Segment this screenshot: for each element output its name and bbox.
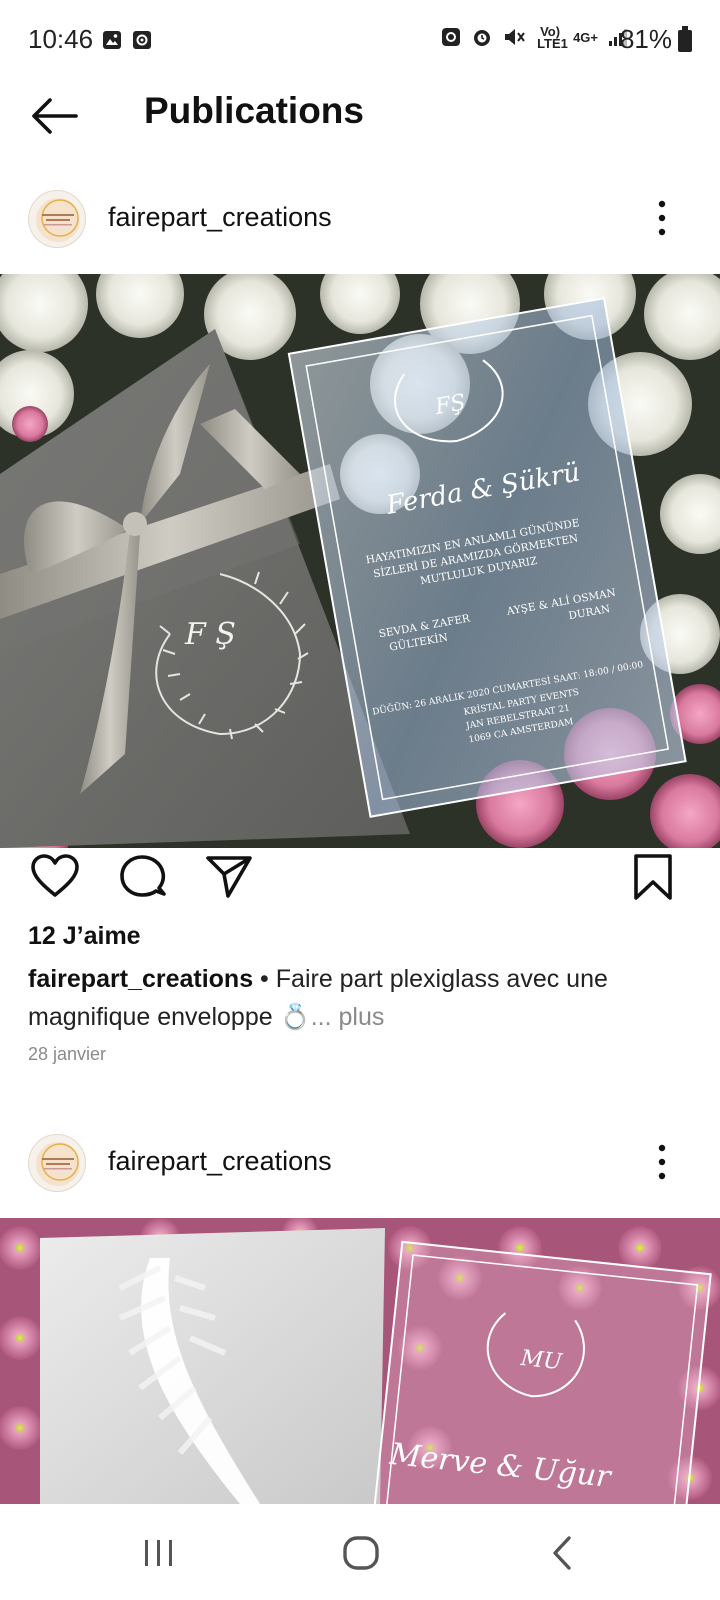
wedding-invitation-photo: F Ş FŞ Ferda & Şükrü HAYATIMIZIN EN ANLA… xyxy=(0,274,720,848)
share-button[interactable] xyxy=(204,852,254,902)
avatar[interactable] xyxy=(28,190,86,248)
wedding-invitation-photo-2: MU Merve & Uğur xyxy=(0,1218,720,1504)
status-time: 10:46 xyxy=(28,24,94,54)
envelope-monogram: F Ş xyxy=(184,617,236,652)
page-title: Publications xyxy=(144,90,364,131)
post-date: 28 janvier xyxy=(28,1044,107,1064)
caption-username[interactable]: fairepart_creations xyxy=(28,965,253,993)
recents-icon xyxy=(145,1540,172,1566)
caption-separator: • xyxy=(253,965,276,993)
svg-text:MU: MU xyxy=(519,1346,565,1375)
post-username[interactable]: fairepart_creations xyxy=(108,202,332,233)
battery-percent: 81% xyxy=(619,24,672,54)
heart-icon xyxy=(31,854,79,897)
battery-icon xyxy=(678,26,692,52)
home-button[interactable] xyxy=(336,1528,386,1578)
nav-back-button[interactable] xyxy=(538,1528,588,1578)
save-button[interactable] xyxy=(628,852,678,902)
avatar[interactable] xyxy=(28,1134,86,1192)
comment-icon xyxy=(120,855,166,897)
gallery-icon xyxy=(102,30,122,50)
recents-button[interactable] xyxy=(134,1528,184,1578)
alarm-icon xyxy=(471,26,493,50)
likes-count[interactable]: 12 J’aime xyxy=(28,922,141,951)
back-button[interactable] xyxy=(30,94,80,138)
arrow-left-icon xyxy=(32,98,78,134)
more-options-icon[interactable] xyxy=(652,198,672,238)
send-icon xyxy=(206,856,252,898)
like-button[interactable] xyxy=(30,852,80,902)
volte-indicator: Vo) LTE1 xyxy=(537,24,568,51)
caption-more-link[interactable]: ... plus xyxy=(311,1003,385,1031)
post-image[interactable]: F Ş FŞ Ferda & Şükrü HAYATIMIZIN EN ANLA… xyxy=(0,274,720,848)
alarm-app-icon xyxy=(441,26,461,50)
post-caption: fairepart_creations • Faire part plexigl… xyxy=(28,960,688,1036)
mute-icon xyxy=(503,26,527,50)
system-icons: Vo) LTE1 4G+ xyxy=(441,24,628,51)
comment-button[interactable] xyxy=(118,852,168,902)
network-type: 4G+ xyxy=(573,30,598,45)
post-image[interactable]: MU Merve & Uğur xyxy=(0,1218,720,1504)
nav-back-icon xyxy=(553,1536,571,1570)
more-options-icon[interactable] xyxy=(652,1142,672,1182)
post-username[interactable]: fairepart_creations xyxy=(108,1146,332,1177)
home-icon xyxy=(343,1536,379,1570)
status-bar: 10:46 Vo) LTE1 4G+ 81% xyxy=(0,0,720,80)
bookmark-icon xyxy=(634,854,672,900)
notification-app-icon xyxy=(132,30,152,50)
system-nav-bar xyxy=(0,1504,720,1600)
